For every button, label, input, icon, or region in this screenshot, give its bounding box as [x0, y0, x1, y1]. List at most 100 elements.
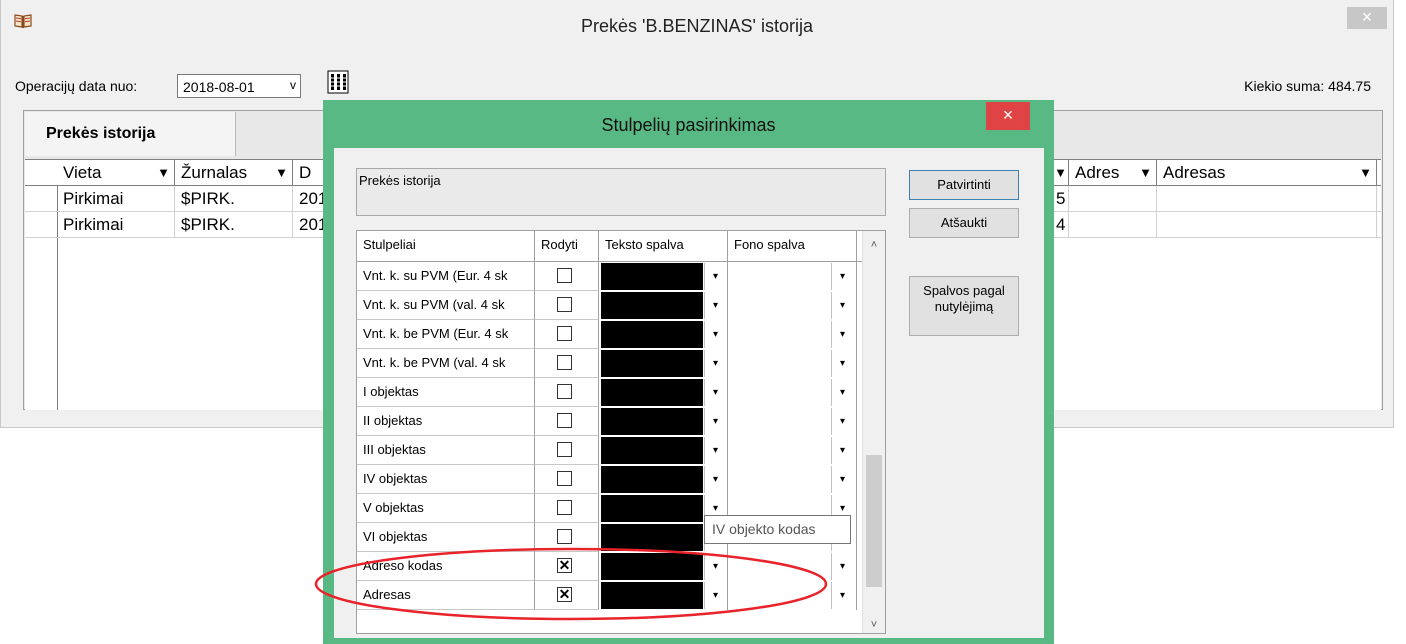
column-header-partial[interactable]: ▼ — [1054, 160, 1069, 185]
show-checkbox[interactable] — [557, 529, 572, 544]
text-color-picker[interactable]: ▾ — [599, 552, 728, 581]
show-cell — [535, 494, 599, 523]
confirm-button[interactable]: Patvirtinti — [909, 170, 1019, 200]
vertical-scrollbar[interactable]: ˄ ˅ — [862, 231, 885, 633]
column-header-vieta[interactable]: Vieta ▼ — [57, 160, 175, 185]
table-row[interactable]: Vnt. k. be PVM (val. 4 sk ▾ ▾ — [357, 349, 863, 378]
tab-preke-history[interactable]: Prekės istorija — [25, 112, 236, 156]
close-button[interactable]: × — [1347, 7, 1387, 29]
chevron-down-icon[interactable]: ▾ — [704, 379, 726, 406]
chevron-down-icon[interactable]: ▾ — [704, 437, 726, 464]
show-checkbox[interactable]: ✕ — [557, 587, 572, 602]
chevron-down-icon[interactable]: ▾ — [704, 582, 726, 609]
bg-color-swatch — [730, 292, 830, 319]
bg-color-picker[interactable]: ▾ — [728, 320, 857, 349]
filter-arrow-icon[interactable]: ▼ — [275, 160, 288, 185]
main-title-bar[interactable]: Prekės 'B.BENZINAS' istorija × — [1, 0, 1393, 44]
chevron-down-icon[interactable]: ▾ — [831, 263, 853, 290]
bg-color-picker[interactable]: ▾ — [728, 436, 857, 465]
scroll-down-icon[interactable]: ˅ — [863, 619, 885, 631]
bg-color-picker[interactable]: ▾ — [728, 349, 857, 378]
text-color-swatch — [601, 350, 703, 377]
table-row[interactable]: I objektas ▾ ▾ — [357, 378, 863, 407]
show-checkbox[interactable] — [557, 384, 572, 399]
text-color-picker[interactable]: ▾ — [599, 262, 728, 291]
bg-color-picker[interactable]: ▾ — [728, 378, 857, 407]
show-checkbox[interactable] — [557, 442, 572, 457]
text-color-picker[interactable]: ▾ — [599, 320, 728, 349]
bg-color-picker[interactable]: ▾ — [728, 262, 857, 291]
show-checkbox[interactable] — [557, 500, 572, 515]
cell-adreso-kodas — [1069, 212, 1157, 237]
chevron-down-icon[interactable]: ▾ — [831, 379, 853, 406]
text-color-picker[interactable]: ▾ — [599, 581, 728, 610]
dialog-close-button[interactable]: × — [986, 102, 1030, 130]
chevron-down-icon[interactable]: ▾ — [704, 408, 726, 435]
operation-date-select[interactable]: 2018-08-01 v — [177, 74, 301, 98]
text-color-picker[interactable]: ▾ — [599, 465, 728, 494]
show-checkbox[interactable] — [557, 413, 572, 428]
bg-color-swatch — [730, 466, 830, 493]
chevron-down-icon[interactable]: ▾ — [704, 466, 726, 493]
chevron-down-icon[interactable]: ▾ — [831, 292, 853, 319]
column-header-zurnalas[interactable]: Žurnalas ▼ — [175, 160, 293, 185]
tooltip: IV objekto kodas — [704, 515, 851, 544]
bg-color-picker[interactable]: ▾ — [728, 465, 857, 494]
chevron-down-icon[interactable]: ▾ — [831, 582, 853, 609]
chevron-down-icon[interactable]: ▾ — [831, 408, 853, 435]
chevron-down-icon[interactable]: ▾ — [704, 321, 726, 348]
chevron-down-icon[interactable]: ▾ — [704, 292, 726, 319]
chevron-down-icon[interactable]: ▾ — [831, 321, 853, 348]
chevron-down-icon[interactable]: ▾ — [704, 263, 726, 290]
column-header-adreso-kodas[interactable]: Adres ▼ — [1069, 160, 1157, 185]
table-row[interactable]: Adresas ✕ ▾ ▾ — [357, 581, 863, 610]
text-color-picker[interactable]: ▾ — [599, 378, 728, 407]
show-cell: ✕ — [535, 581, 599, 610]
column-chooser-icon[interactable] — [327, 70, 349, 94]
text-color-picker[interactable]: ▾ — [599, 436, 728, 465]
filter-arrow-icon[interactable]: ▼ — [1139, 160, 1152, 185]
text-color-picker[interactable]: ▾ — [599, 349, 728, 378]
table-row[interactable]: Vnt. k. su PVM (val. 4 sk ▾ ▾ — [357, 291, 863, 320]
column-name: Vnt. k. be PVM (Eur. 4 sk — [357, 320, 535, 349]
bg-color-picker[interactable]: ▾ — [728, 291, 857, 320]
show-checkbox[interactable] — [557, 297, 572, 312]
show-checkbox[interactable] — [557, 326, 572, 341]
scroll-up-icon[interactable]: ˄ — [863, 239, 885, 251]
table-row[interactable]: IV objektas ▾ ▾ — [357, 465, 863, 494]
operation-date-label: Operacijų data nuo: — [15, 78, 138, 94]
text-color-picker[interactable]: ▾ — [599, 291, 728, 320]
table-row[interactable]: Vnt. k. su PVM (Eur. 4 sk ▾ ▾ — [357, 262, 863, 291]
dialog-content: Prekės istorija Patvirtinti Atšaukti Spa… — [334, 148, 1044, 638]
table-row[interactable]: II objektas ▾ ▾ — [357, 407, 863, 436]
show-checkbox[interactable] — [557, 471, 572, 486]
column-header-adresas[interactable]: Adresas ▼ — [1157, 160, 1377, 185]
text-color-swatch — [601, 437, 703, 464]
chevron-down-icon[interactable]: ▾ — [704, 350, 726, 377]
chevron-down-icon[interactable]: ▾ — [831, 350, 853, 377]
cancel-button[interactable]: Atšaukti — [909, 208, 1019, 238]
show-checkbox[interactable] — [557, 355, 572, 370]
table-row[interactable]: Adreso kodas ✕ ▾ ▾ — [357, 552, 863, 581]
quantity-sum-label: Kiekio suma: 484.75 — [1244, 78, 1371, 94]
filter-arrow-icon[interactable]: ▼ — [157, 160, 170, 185]
table-row[interactable]: Vnt. k. be PVM (Eur. 4 sk ▾ ▾ — [357, 320, 863, 349]
table-row[interactable]: III objektas ▾ ▾ — [357, 436, 863, 465]
filter-arrow-icon[interactable]: ▼ — [1359, 160, 1372, 185]
text-color-picker[interactable]: ▾ — [599, 407, 728, 436]
default-colors-button[interactable]: Spalvos pagal nutylėjimą — [909, 276, 1019, 336]
chevron-down-icon[interactable]: ▾ — [831, 466, 853, 493]
chevron-down-icon[interactable]: ▾ — [704, 553, 726, 580]
column-name: I objektas — [357, 378, 535, 407]
chevron-down-icon[interactable]: ▾ — [831, 437, 853, 464]
bg-color-picker[interactable]: ▾ — [728, 581, 857, 610]
bg-color-picker[interactable]: ▾ — [728, 407, 857, 436]
filter-arrow-icon[interactable]: ▼ — [1054, 160, 1067, 185]
bg-color-picker[interactable]: ▾ — [728, 552, 857, 581]
show-checkbox[interactable]: ✕ — [557, 558, 572, 573]
columns-table: Stulpeliai Rodyti Teksto spalva Fono spa… — [356, 230, 886, 634]
chevron-down-icon[interactable]: ▾ — [831, 553, 853, 580]
scroll-thumb[interactable] — [866, 455, 882, 587]
show-checkbox[interactable] — [557, 268, 572, 283]
chevron-down-icon: v — [290, 78, 296, 92]
